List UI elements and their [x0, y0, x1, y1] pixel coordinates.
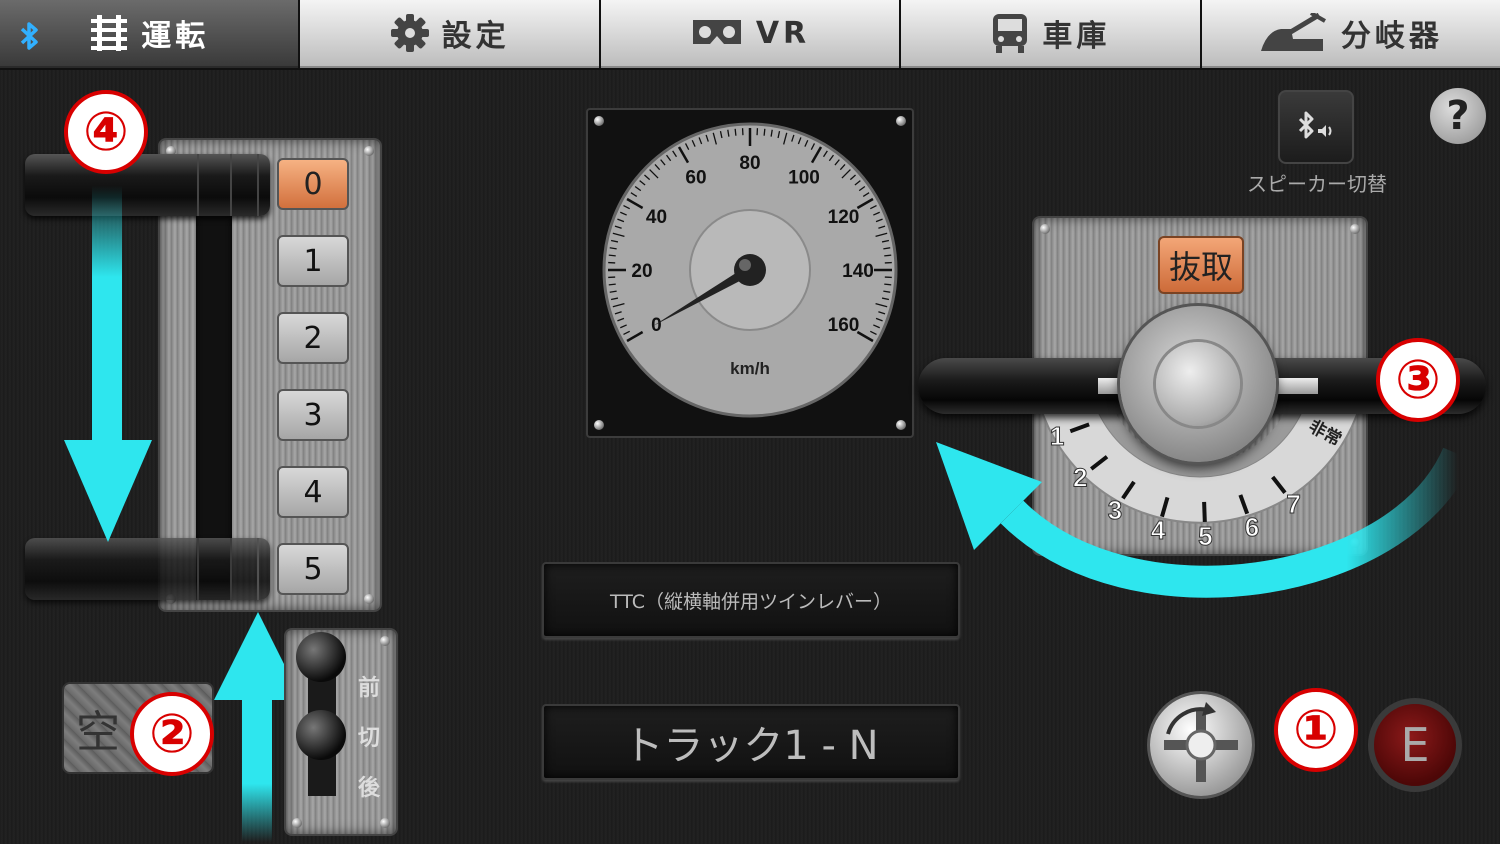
speed-tick-label: 140 — [842, 261, 874, 282]
speedometer: 0 20 40 60 80 100 120 140 160 km/h — [602, 122, 898, 418]
tab-vr-label: VR — [755, 15, 811, 51]
reverser-forward-label: 前 — [358, 676, 381, 701]
speed-tick-label: 40 — [646, 207, 667, 228]
help-button[interactable]: ? — [1430, 88, 1486, 144]
reverser-neutral-label: 切 — [358, 726, 381, 751]
brake-release-button[interactable]: 抜取 — [1158, 236, 1244, 294]
speed-unit-label: km/h — [730, 359, 770, 378]
speed-tick — [763, 128, 766, 136]
speed-tick — [608, 283, 616, 286]
bluetooth-speaker-icon — [1298, 111, 1332, 139]
speed-tick-label: 0 — [651, 315, 662, 336]
master-controller-handle-target — [25, 538, 270, 600]
track-icon — [89, 13, 129, 53]
controller-type-display[interactable]: TTC（縦横軸併用ツインレバー） — [542, 562, 960, 638]
speed-tick-label: 20 — [631, 261, 652, 282]
camera-view-button[interactable] — [1150, 694, 1252, 796]
notch-3[interactable]: 3 — [277, 389, 349, 441]
speed-tick — [608, 254, 616, 257]
notch-5[interactable]: 5 — [277, 543, 349, 595]
bluetooth-icon — [16, 20, 44, 56]
notch-4[interactable]: 4 — [277, 466, 349, 518]
tab-settings-label: 設定 — [441, 19, 510, 54]
camera-rotate-icon — [1164, 702, 1238, 782]
speed-tick-label: 160 — [828, 315, 860, 336]
tab-switch-label: 分岐器 — [1340, 19, 1443, 54]
swipe-down-arrow — [64, 186, 152, 542]
swipe-rotate-arrow — [936, 442, 1473, 598]
gear-icon — [390, 13, 430, 53]
speaker-toggle-label: スピーカー切替 — [1247, 172, 1387, 196]
tab-settings[interactable]: 設定 — [300, 0, 599, 68]
reverser-knob[interactable] — [296, 710, 346, 760]
speed-tick-label: 80 — [739, 153, 760, 174]
speed-tick — [884, 283, 892, 286]
tab-vr[interactable]: VR — [600, 0, 900, 68]
controller-type-label: TTC（縦横軸併用ツインレバー） — [609, 590, 893, 613]
notch-0[interactable]: 0 — [277, 158, 349, 210]
tab-depot-label: 車庫 — [1042, 19, 1111, 54]
tab-drive-label: 運転 — [141, 19, 210, 54]
callout-1: ① — [1274, 688, 1358, 772]
speed-tick — [884, 254, 892, 257]
speed-tick — [734, 128, 737, 136]
reverser-reverse-label: 後 — [358, 776, 381, 801]
callout-2: ② — [130, 692, 214, 776]
notch-1[interactable]: 1 — [277, 235, 349, 287]
track-name-display[interactable]: トラック1 - N — [542, 704, 960, 780]
speed-tick-label: 60 — [685, 167, 706, 188]
tab-depot[interactable]: 車庫 — [901, 0, 1200, 68]
notch-2[interactable]: 2 — [277, 312, 349, 364]
controller-slot — [196, 160, 232, 600]
speed-tick-label: 100 — [788, 167, 820, 188]
callout-4: ④ — [64, 90, 148, 174]
train-icon — [990, 12, 1030, 54]
railway-switch-icon — [1259, 13, 1329, 53]
reverser-knob-top[interactable] — [296, 632, 346, 682]
track-name-label: トラック1 - N — [623, 723, 879, 769]
speaker-toggle-button[interactable] — [1278, 90, 1354, 164]
vr-headset-icon — [690, 16, 744, 50]
tab-switch[interactable]: 分岐器 — [1201, 0, 1500, 68]
speed-tick-label: 120 — [828, 207, 860, 228]
callout-3: ③ — [1376, 338, 1460, 422]
speedometer-panel: 0 20 40 60 80 100 120 140 160 km/h — [586, 108, 914, 438]
tab-bar: 運転 設定 VR 車庫 分岐器 — [0, 0, 1500, 70]
tab-drive[interactable]: 運転 — [0, 0, 299, 68]
emergency-button[interactable]: E — [1368, 698, 1462, 792]
